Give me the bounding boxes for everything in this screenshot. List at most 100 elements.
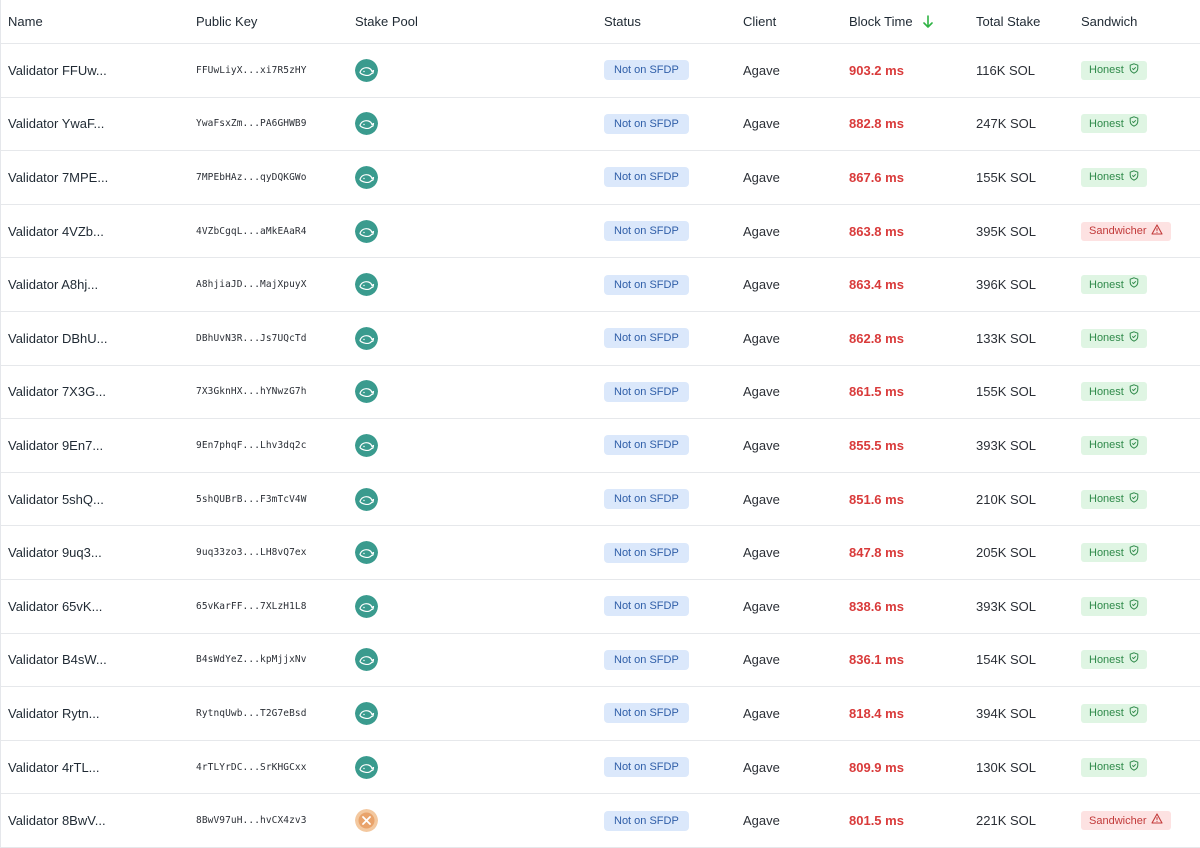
public-key-cell[interactable]: DBhUvN3R...Js7UQcTd [196, 312, 307, 365]
table-row[interactable]: Validator 9En7... 9En7phqF...Lhv3dq2c Not … [1, 419, 1200, 473]
table-row[interactable]: Validator Rytn... RytnqUwb...T2G7eBsd Not … [1, 687, 1200, 741]
teal-whale-icon[interactable] [355, 273, 378, 297]
table-row[interactable]: Validator 5shQ... 5shQUBrB...F3mTcV4W Not … [1, 473, 1200, 527]
public-key-cell[interactable]: FFUwLiyX...xi7R5zHY [196, 44, 307, 97]
arrow-down-icon[interactable] [922, 14, 933, 29]
column-header-stake-pool[interactable]: Stake Pool [355, 0, 418, 43]
validator-name[interactable]: Validator 7MPE... [8, 170, 108, 185]
teal-whale-icon[interactable] [355, 219, 378, 243]
table-row[interactable]: Validator A8hj... A8hjiaJD...MajXpuyX Not … [1, 258, 1200, 312]
teal-whale-icon[interactable] [355, 58, 378, 82]
public-key-cell[interactable]: RytnqUwb...T2G7eBsd [196, 687, 307, 740]
public-key-cell[interactable]: B4sWdYeZ...kpMjjxNv [196, 634, 307, 687]
teal-whale-icon[interactable] [355, 594, 378, 618]
public-key[interactable]: 4VZbCgqL...aMkEAaR4 [196, 226, 307, 237]
validator-name[interactable]: Validator 65vK... [8, 599, 102, 614]
validator-name[interactable]: Validator YwaF... [8, 116, 104, 131]
teal-whale-icon[interactable] [355, 165, 378, 189]
table-row[interactable]: Validator DBhU... DBhUvN3R...Js7UQcTd Not … [1, 312, 1200, 366]
teal-whale-icon[interactable] [355, 755, 378, 779]
validator-name-cell[interactable]: Validator FFUw... [8, 44, 107, 97]
column-header-client[interactable]: Client [743, 0, 776, 43]
table-row[interactable]: Validator 4VZb... 4VZbCgqL...aMkEAaR4 Not … [1, 205, 1200, 259]
validator-name-cell[interactable]: Validator 9uq3... [8, 526, 102, 579]
sandwich-badge: Honest [1081, 275, 1147, 295]
table-row[interactable]: Validator 8BwV... 8BwV97uH...hvCX4zv3 Not … [1, 794, 1200, 848]
validator-name-cell[interactable]: Validator 4VZb... [8, 205, 104, 258]
validator-name[interactable]: Validator 8BwV... [8, 813, 106, 828]
teal-whale-icon[interactable] [355, 326, 378, 350]
orange-pool-icon[interactable] [355, 809, 378, 833]
public-key[interactable]: DBhUvN3R...Js7UQcTd [196, 333, 307, 344]
validator-name[interactable]: Validator 4rTL... [8, 760, 100, 775]
column-header-status[interactable]: Status [604, 0, 641, 43]
validator-name-cell[interactable]: Validator 9En7... [8, 419, 103, 472]
teal-whale-icon[interactable] [355, 433, 378, 457]
teal-whale-icon[interactable] [355, 701, 378, 725]
public-key-cell[interactable]: 9uq33zo3...LH8vQ7ex [196, 526, 307, 579]
teal-whale-icon[interactable] [355, 648, 378, 672]
public-key[interactable]: 9En7phqF...Lhv3dq2c [196, 440, 307, 451]
public-key-cell[interactable]: 65vKarFF...7XLzH1L8 [196, 580, 307, 633]
public-key[interactable]: 65vKarFF...7XLzH1L8 [196, 601, 307, 612]
validator-name[interactable]: Validator FFUw... [8, 63, 107, 78]
validator-name-cell[interactable]: Validator B4sW... [8, 634, 107, 687]
public-key-cell[interactable]: 5shQUBrB...F3mTcV4W [196, 473, 307, 526]
validator-name-cell[interactable]: Validator A8hj... [8, 258, 98, 311]
public-key[interactable]: A8hjiaJD...MajXpuyX [196, 279, 307, 290]
public-key[interactable]: 9uq33zo3...LH8vQ7ex [196, 547, 307, 558]
public-key[interactable]: 5shQUBrB...F3mTcV4W [196, 494, 307, 505]
column-header-public-key[interactable]: Public Key [196, 0, 257, 43]
public-key[interactable]: 4rTLYrDC...SrKHGCxx [196, 762, 307, 773]
validator-name-cell[interactable]: Validator 7X3G... [8, 366, 106, 419]
validator-name[interactable]: Validator 7X3G... [8, 384, 106, 399]
validator-name[interactable]: Validator DBhU... [8, 331, 107, 346]
table-row[interactable]: Validator B4sW... B4sWdYeZ...kpMjjxNv Not … [1, 634, 1200, 688]
teal-whale-icon[interactable] [355, 112, 378, 136]
public-key[interactable]: RytnqUwb...T2G7eBsd [196, 708, 307, 719]
column-header-name[interactable]: Name [8, 0, 43, 43]
column-header-block-time[interactable]: Block Time [849, 0, 933, 43]
table-row[interactable]: Validator 4rTL... 4rTLYrDC...SrKHGCxx Not … [1, 741, 1200, 795]
validator-name-cell[interactable]: Validator 5shQ... [8, 473, 104, 526]
validator-name[interactable]: Validator Rytn... [8, 706, 100, 721]
public-key-cell[interactable]: 4rTLYrDC...SrKHGCxx [196, 741, 307, 794]
teal-whale-icon[interactable] [355, 487, 378, 511]
validator-name-cell[interactable]: Validator 8BwV... [8, 794, 106, 847]
table-row[interactable]: Validator 7X3G... 7X3GknHX...hYNwzG7h Not … [1, 366, 1200, 420]
teal-whale-icon[interactable] [355, 541, 378, 565]
public-key[interactable]: 8BwV97uH...hvCX4zv3 [196, 815, 307, 826]
column-header-sandwich[interactable]: Sandwich [1081, 0, 1137, 43]
public-key-cell[interactable]: A8hjiaJD...MajXpuyX [196, 258, 307, 311]
public-key-cell[interactable]: 8BwV97uH...hvCX4zv3 [196, 794, 307, 847]
column-header-total-stake[interactable]: Total Stake [976, 0, 1040, 43]
table-row[interactable]: Validator 7MPE... 7MPEbHAz...qyDQKGWo Not … [1, 151, 1200, 205]
validator-name-cell[interactable]: Validator Rytn... [8, 687, 100, 740]
validator-name[interactable]: Validator 9uq3... [8, 545, 102, 560]
validator-name-cell[interactable]: Validator DBhU... [8, 312, 107, 365]
validator-name[interactable]: Validator 5shQ... [8, 492, 104, 507]
table-row[interactable]: Validator YwaF... YwaFsxZm...PA6GHWB9 Not … [1, 98, 1200, 152]
validator-name-cell[interactable]: Validator YwaF... [8, 98, 104, 151]
public-key[interactable]: 7X3GknHX...hYNwzG7h [196, 386, 307, 397]
table-row[interactable]: Validator 65vK... 65vKarFF...7XLzH1L8 Not … [1, 580, 1200, 634]
public-key-cell[interactable]: YwaFsxZm...PA6GHWB9 [196, 98, 307, 151]
table-row[interactable]: Validator 9uq3... 9uq33zo3...LH8vQ7ex Not … [1, 526, 1200, 580]
teal-whale-icon[interactable] [355, 380, 378, 404]
public-key-cell[interactable]: 9En7phqF...Lhv3dq2c [196, 419, 307, 472]
validator-name[interactable]: Validator 4VZb... [8, 224, 104, 239]
validator-name[interactable]: Validator A8hj... [8, 277, 98, 292]
public-key[interactable]: YwaFsxZm...PA6GHWB9 [196, 118, 307, 129]
public-key-cell[interactable]: 4VZbCgqL...aMkEAaR4 [196, 205, 307, 258]
public-key[interactable]: 7MPEbHAz...qyDQKGWo [196, 172, 307, 183]
public-key[interactable]: FFUwLiyX...xi7R5zHY [196, 65, 307, 76]
public-key-cell[interactable]: 7MPEbHAz...qyDQKGWo [196, 151, 307, 204]
validator-name-cell[interactable]: Validator 7MPE... [8, 151, 108, 204]
public-key-cell[interactable]: 7X3GknHX...hYNwzG7h [196, 366, 307, 419]
validator-name[interactable]: Validator 9En7... [8, 438, 103, 453]
validator-name-cell[interactable]: Validator 4rTL... [8, 741, 100, 794]
table-row[interactable]: Validator FFUw... FFUwLiyX...xi7R5zHY Not … [1, 44, 1200, 98]
validator-name-cell[interactable]: Validator 65vK... [8, 580, 102, 633]
validator-name[interactable]: Validator B4sW... [8, 652, 107, 667]
public-key[interactable]: B4sWdYeZ...kpMjjxNv [196, 654, 307, 665]
